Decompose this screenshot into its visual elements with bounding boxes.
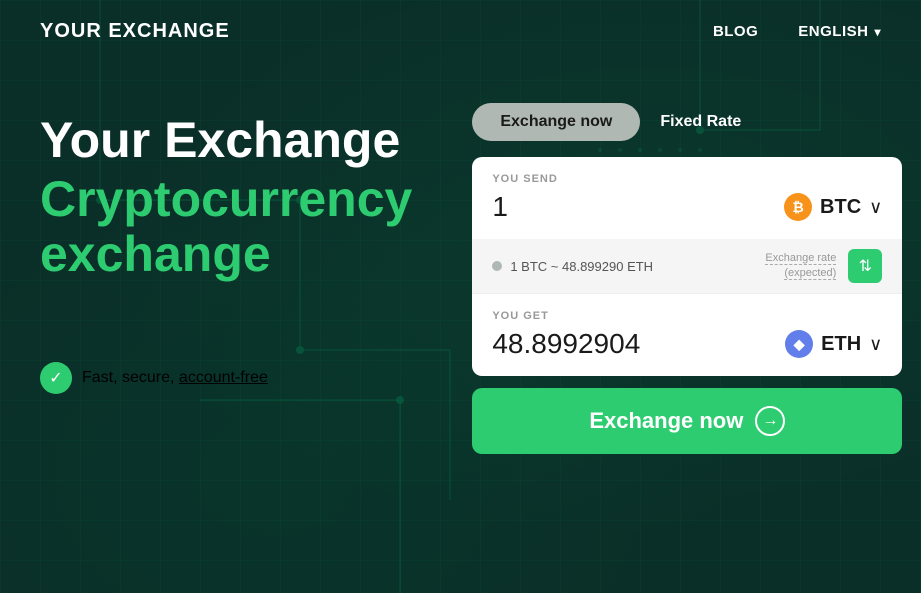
badge-text: Fast, secure, account-free: [82, 369, 268, 387]
eth-icon: ◆: [785, 330, 813, 358]
send-currency-chevron: ∨: [869, 197, 882, 218]
rate-sublabel: (expected): [784, 267, 836, 280]
hero-title-line3: exchange: [40, 227, 412, 282]
chevron-down-icon: ▾: [874, 25, 881, 39]
arrow-right-icon: →: [755, 406, 785, 436]
rate-dot-icon: [492, 261, 502, 271]
check-icon: ✓: [40, 362, 72, 394]
get-input-row: 48.8992904 ◆ ETH ∨: [492, 328, 882, 360]
rate-label: Exchange rate: [765, 252, 836, 265]
rate-right-row: Exchange rate (expected) ⇅: [765, 249, 882, 283]
blog-link[interactable]: BLOG: [713, 23, 758, 40]
hero-text: Your Exchange Cryptocurrency exchange ✓ …: [40, 103, 412, 394]
exchange-tabs: Exchange now Fixed Rate: [472, 103, 902, 141]
tab-fixed-rate[interactable]: Fixed Rate: [660, 113, 741, 131]
hero-badge: ✓ Fast, secure, account-free: [40, 362, 412, 394]
main-content: Your Exchange Cryptocurrency exchange ✓ …: [0, 63, 921, 454]
language-selector[interactable]: ENGLISH ▾: [798, 23, 881, 40]
rate-right: Exchange rate (expected): [765, 252, 836, 280]
send-label: YOU SEND: [492, 173, 882, 185]
get-currency-name: ETH: [821, 333, 861, 356]
rate-conversion-text: 1 BTC ~ 48.899290 ETH: [510, 259, 653, 274]
nav-right: BLOG ENGLISH ▾: [713, 23, 881, 40]
btc-icon: ₿: [784, 193, 812, 221]
swap-button[interactable]: ⇅: [848, 249, 882, 283]
get-currency-selector[interactable]: ◆ ETH ∨: [785, 330, 882, 358]
rate-left: 1 BTC ~ 48.899290 ETH: [492, 259, 653, 274]
get-value: 48.8992904: [492, 328, 726, 360]
exchange-widget: Exchange now Fixed Rate YOU SEND ₿ BTC ∨…: [472, 103, 902, 454]
header: YOUR EXCHANGE BLOG ENGLISH ▾: [0, 0, 921, 63]
hero-title-line2: Cryptocurrency: [40, 172, 412, 227]
language-label: ENGLISH: [798, 23, 868, 40]
hero-title-line1: Your Exchange: [40, 113, 412, 168]
send-currency-name: BTC: [820, 196, 861, 219]
rate-bar: 1 BTC ~ 48.899290 ETH Exchange rate (exp…: [472, 239, 902, 293]
get-box: YOU GET 48.8992904 ◆ ETH ∨: [472, 293, 902, 376]
send-currency-selector[interactable]: ₿ BTC ∨: [784, 193, 882, 221]
exchange-now-button[interactable]: Exchange now →: [472, 388, 902, 454]
exchange-btn-label: Exchange now: [589, 408, 743, 434]
tab-exchange-now[interactable]: Exchange now: [472, 103, 640, 141]
get-label: YOU GET: [492, 310, 882, 322]
send-input[interactable]: [492, 191, 726, 223]
get-currency-chevron: ∨: [869, 334, 882, 355]
swap-icon: ⇅: [859, 256, 872, 276]
logo: YOUR EXCHANGE: [40, 20, 230, 43]
send-box: YOU SEND ₿ BTC ∨: [472, 157, 902, 239]
send-input-row: ₿ BTC ∨: [492, 191, 882, 223]
